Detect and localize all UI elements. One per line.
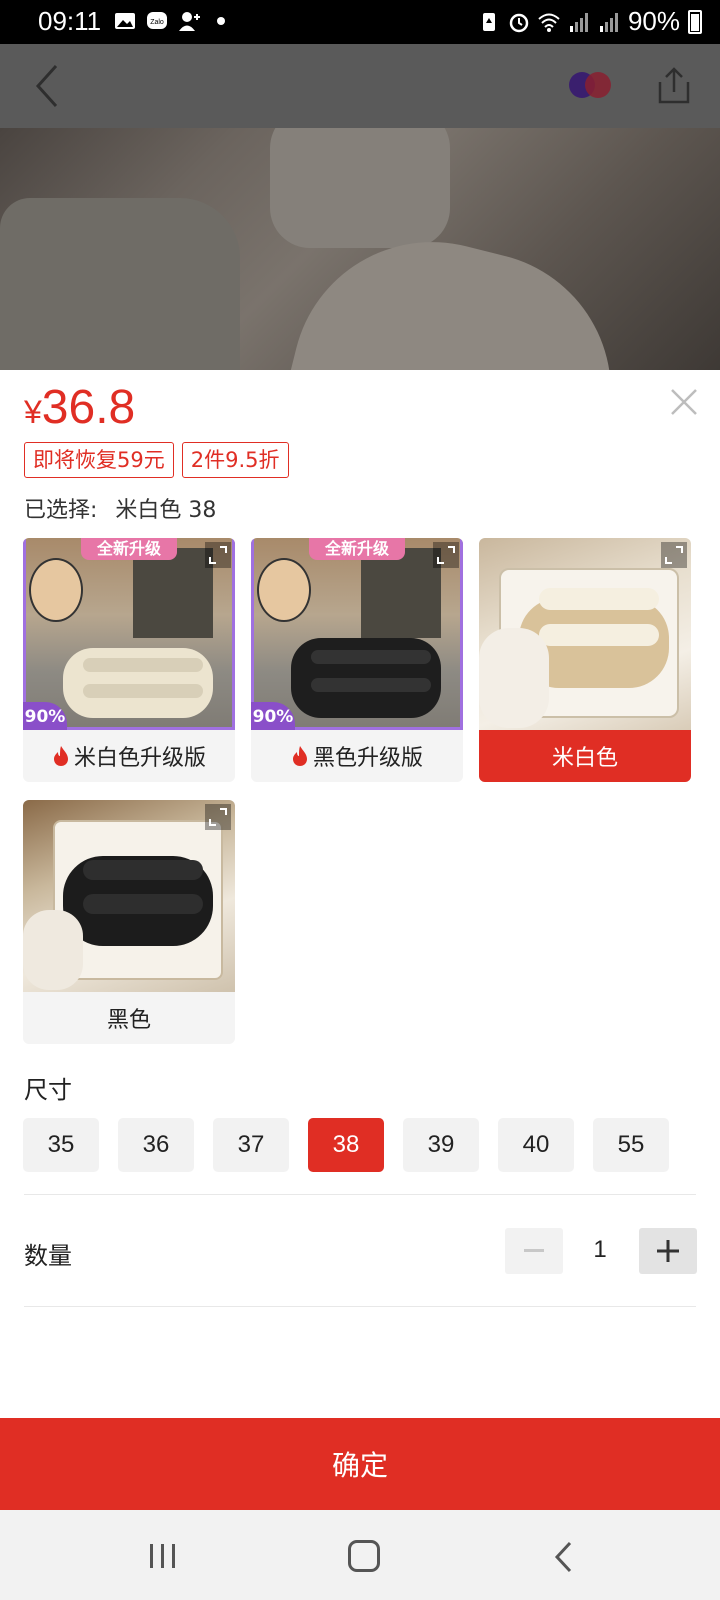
dot-icon xyxy=(217,17,225,25)
add-contact-icon xyxy=(179,12,200,31)
alarm-icon xyxy=(509,13,529,32)
variant-thumbnail xyxy=(23,800,235,992)
sku-selector-sheet: ¥36.8 即将恢复59元 2件9.5折 已选择: 米白色 38 全新升级 90% xyxy=(0,370,720,1510)
price-currency: ¥ xyxy=(24,394,42,430)
selected-value: 米白色 38 xyxy=(115,498,217,523)
size-option[interactable]: 39 xyxy=(403,1118,479,1172)
photo-shape xyxy=(0,198,240,370)
size-option[interactable]: 40 xyxy=(498,1118,574,1172)
variant-thumbnail xyxy=(479,538,691,730)
promo-tag: 即将恢复59元 xyxy=(24,442,174,478)
variant-label: 黑色 xyxy=(23,992,235,1044)
product-header-overlay[interactable] xyxy=(0,44,720,128)
photo-shape xyxy=(270,128,450,248)
nav-back-icon[interactable] xyxy=(552,1540,576,1574)
expand-icon[interactable] xyxy=(205,542,231,568)
percent-badge: 90% xyxy=(23,702,67,730)
battery-icon xyxy=(688,9,702,34)
close-icon[interactable] xyxy=(668,386,700,418)
notification-icons: Zalo xyxy=(114,10,232,32)
battery-percent: 90% xyxy=(627,6,680,36)
status-bar: 09:11 Zalo 90% xyxy=(0,0,720,44)
size-option[interactable]: 35 xyxy=(23,1118,99,1172)
svg-text:Zalo: Zalo xyxy=(150,19,164,26)
price: ¥36.8 xyxy=(24,380,135,435)
expand-icon[interactable] xyxy=(205,804,231,830)
variant-label: 黑色升级版 xyxy=(251,730,463,782)
confirm-button[interactable]: 确定 xyxy=(0,1418,720,1510)
size-option[interactable]: 55 xyxy=(593,1118,669,1172)
app-logo-icon xyxy=(569,72,611,98)
system-nav-bar xyxy=(0,1510,720,1600)
quantity-value[interactable]: 1 xyxy=(575,1236,625,1264)
wifi-icon xyxy=(538,13,560,32)
home-icon[interactable] xyxy=(348,1540,380,1572)
selected-label: 已选择: xyxy=(24,498,98,523)
variant-name: 米白色 xyxy=(551,746,618,771)
upgrade-badge: 全新升级 xyxy=(81,538,177,560)
quantity-title: 数量 xyxy=(24,1242,72,1270)
size-title: 尺寸 xyxy=(24,1076,72,1104)
divider xyxy=(24,1194,696,1195)
signal-icon xyxy=(569,12,588,32)
image-icon xyxy=(115,13,135,29)
divider xyxy=(24,1306,696,1307)
size-option[interactable]: 36 xyxy=(118,1118,194,1172)
variant-label: 米白色升级版 xyxy=(23,730,235,782)
back-arrow-icon[interactable] xyxy=(30,62,70,110)
recent-apps-icon[interactable] xyxy=(148,1542,178,1570)
share-icon[interactable] xyxy=(654,66,694,106)
price-value: 36.8 xyxy=(41,381,136,434)
expand-icon[interactable] xyxy=(661,542,687,568)
status-time: 09:11 xyxy=(38,6,102,36)
variant-option[interactable]: 全新升级 90% 黑色升级版 xyxy=(251,538,463,782)
quantity-decrement-button[interactable] xyxy=(505,1228,563,1274)
variant-name: 黑色 xyxy=(106,1008,151,1033)
variant-thumbnail: 全新升级 90% xyxy=(23,538,235,730)
percent-badge: 90% xyxy=(251,702,295,730)
zalo-icon: Zalo xyxy=(147,12,167,29)
variant-name: 黑色升级版 xyxy=(312,746,423,771)
selected-summary: 已选择: 米白色 38 xyxy=(24,492,216,524)
minus-icon xyxy=(524,1249,544,1252)
size-option[interactable]: 37 xyxy=(213,1118,289,1172)
battery-saver-icon xyxy=(482,12,495,31)
variant-option-selected[interactable]: 米白色 xyxy=(479,538,691,782)
plus-icon xyxy=(657,1240,679,1262)
quantity-increment-button[interactable] xyxy=(639,1228,697,1274)
variant-name: 米白色升级版 xyxy=(73,746,206,771)
variant-option[interactable]: 黑色 xyxy=(23,800,235,1044)
variant-thumbnail: 全新升级 90% xyxy=(251,538,463,730)
fire-icon xyxy=(53,746,68,766)
fire-icon xyxy=(292,746,307,766)
promo-tag: 2件9.5折 xyxy=(181,442,289,478)
status-right: 90% xyxy=(478,6,702,37)
promo-tags: 即将恢复59元 2件9.5折 xyxy=(24,442,289,478)
variant-label: 米白色 xyxy=(479,730,691,782)
signal-icon xyxy=(599,12,618,32)
size-option-selected[interactable]: 38 xyxy=(308,1118,384,1172)
upgrade-badge: 全新升级 xyxy=(309,538,405,560)
expand-icon[interactable] xyxy=(433,542,459,568)
size-options: 35 36 37 38 39 40 55 xyxy=(23,1118,669,1172)
variant-option[interactable]: 全新升级 90% 米白色升级版 xyxy=(23,538,235,782)
product-photo[interactable] xyxy=(0,128,720,370)
